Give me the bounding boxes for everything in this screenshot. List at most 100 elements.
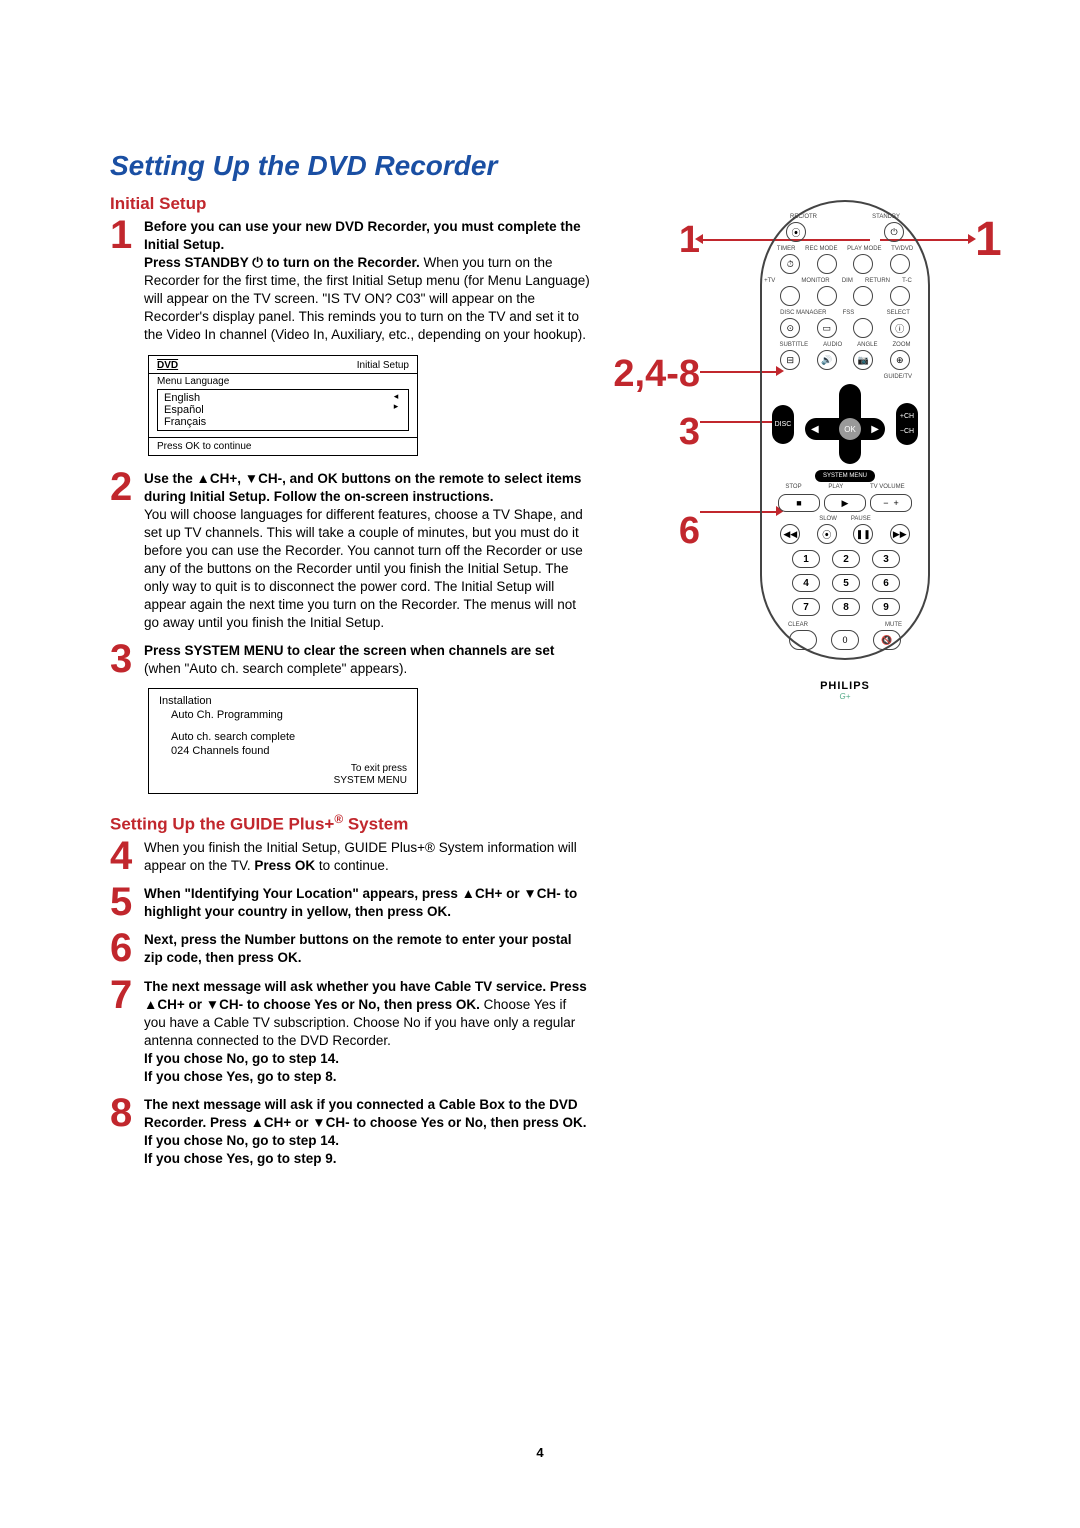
guide-plus-heading: Setting Up the GUIDE Plus+® System (110, 812, 590, 835)
mute-button[interactable]: 🔇 (873, 630, 901, 650)
screen-footer: Press OK to continue (149, 437, 417, 455)
channels-found: 024 Channels found (159, 745, 407, 757)
rev-button[interactable]: ◀◀ (780, 524, 800, 544)
callout-248: 2,4-8 (610, 354, 700, 396)
play-button[interactable]: ▶ (824, 494, 866, 512)
ch-rocker[interactable]: +CH −CH (896, 403, 918, 445)
disc-manager-button[interactable]: ⊙ (780, 318, 800, 338)
step-number: 1 (110, 218, 144, 345)
page-title: Setting Up the DVD Recorder (110, 150, 970, 182)
select-button[interactable] (853, 318, 873, 338)
brand-label: PHILIPS (772, 680, 918, 692)
step-6: 6 Next, press the Number buttons on the … (110, 931, 590, 967)
step-body: Next, press the Number buttons on the re… (144, 931, 590, 967)
num-4[interactable]: 4 (792, 574, 820, 592)
fss-button[interactable]: ▭ (817, 318, 837, 338)
dvd-label: DVD (157, 360, 178, 371)
playmode-button[interactable] (853, 254, 873, 274)
step-body: Before you can use your new DVD Recorder… (144, 218, 590, 345)
step-body: The next message will ask whether you ha… (144, 978, 590, 1086)
standby-button[interactable]: ⏻ (884, 222, 904, 242)
step-8: 8 The next message will ask if you conne… (110, 1096, 590, 1168)
step-body: When you finish the Initial Setup, GUIDE… (144, 839, 590, 875)
num-8[interactable]: 8 (832, 598, 860, 616)
num-9[interactable]: 9 (872, 598, 900, 616)
step-number: 2 (110, 470, 144, 633)
num-6[interactable]: 6 (872, 574, 900, 592)
option-espanol: Español (164, 404, 206, 416)
clear-button[interactable] (789, 630, 817, 650)
num-7[interactable]: 7 (792, 598, 820, 616)
dim-button[interactable] (817, 286, 837, 306)
step-number: 7 (110, 978, 144, 1086)
tc-button[interactable] (890, 286, 910, 306)
recmode-button[interactable] (817, 254, 837, 274)
stop-button[interactable]: ■ (778, 494, 820, 512)
menu-language-label: Menu Language (157, 376, 409, 387)
exit-press: To exit press (159, 763, 407, 775)
tv-screen-menu-language: DVD Initial Setup Menu Language English … (148, 355, 418, 456)
pause-button[interactable]: ❚❚ (853, 524, 873, 544)
monitor-button[interactable] (780, 286, 800, 306)
number-pad: 1 2 3 4 5 6 7 8 9 (772, 550, 918, 616)
option-english: English (164, 392, 206, 404)
nav-pad[interactable]: ◀ ▶ OK (805, 384, 885, 464)
standby-label: STANDBY (872, 214, 900, 220)
callout-1-right: 1 (975, 212, 1002, 267)
remote-diagram: REC/OTR STANDBY ⦿ ⏻ TIMERREC MODEPLAY MO… (760, 200, 930, 660)
step-2: 2 Use the ▲CH+, ▼CH-, and OK buttons on … (110, 470, 590, 633)
rec-button[interactable]: ⦿ (786, 222, 806, 242)
step-7: 7 The next message will ask whether you … (110, 978, 590, 1086)
rec-label: REC/OTR (790, 214, 817, 220)
right-arrow-icon: ▶ (871, 424, 879, 435)
step-body: Use the ▲CH+, ▼CH-, and OK buttons on th… (144, 470, 590, 633)
step-number: 5 (110, 885, 144, 921)
tvdvd-button[interactable] (890, 254, 910, 274)
timer-button[interactable]: ⏱ (780, 254, 800, 274)
rec2-button[interactable]: ⦿ (817, 524, 837, 544)
sub-brand-label: G+ (772, 692, 918, 701)
arrowhead-icon (695, 234, 703, 244)
subtitle-button[interactable]: ⊟ (780, 350, 800, 370)
callout-6: 6 (610, 511, 700, 553)
audio-button[interactable]: 🔊 (817, 350, 837, 370)
num-2[interactable]: 2 (832, 550, 860, 568)
num-0[interactable]: 0 (831, 630, 859, 650)
num-5[interactable]: 5 (832, 574, 860, 592)
step-number: 8 (110, 1096, 144, 1168)
step-body: When "Identifying Your Location" appears… (144, 885, 590, 921)
steps-column: 1 Before you can use your new DVD Record… (110, 218, 590, 1168)
guide-label: GUIDE/TV (884, 374, 912, 380)
callout-1: 1 (610, 220, 700, 262)
callout-3: 3 (610, 412, 700, 454)
search-complete: Auto ch. search complete (159, 731, 407, 743)
step-5: 5 When "Identifying Your Location" appea… (110, 885, 590, 921)
num-3[interactable]: 3 (872, 550, 900, 568)
manual-page: Setting Up the DVD Recorder Initial Setu… (0, 0, 1080, 1528)
autoch-label: Auto Ch. Programming (159, 709, 407, 721)
step-number: 4 (110, 839, 144, 875)
page-number: 4 (0, 1445, 1080, 1460)
system-menu-button[interactable]: SYSTEM MENU (815, 470, 875, 482)
screen-title: Initial Setup (357, 360, 409, 371)
disc-rocker[interactable]: DISC (772, 405, 794, 444)
num-1[interactable]: 1 (792, 550, 820, 568)
return-button[interactable] (853, 286, 873, 306)
step-number: 3 (110, 642, 144, 678)
left-arrow-icon: ◀ (811, 424, 819, 435)
step-4: 4 When you finish the Initial Setup, GUI… (110, 839, 590, 875)
info-button[interactable]: ⓘ (890, 318, 910, 338)
step-1: 1 Before you can use your new DVD Record… (110, 218, 590, 345)
angle-button[interactable]: 📷 (853, 350, 873, 370)
step-body: The next message will ask if you connect… (144, 1096, 590, 1168)
fwd-button[interactable]: ▶▶ (890, 524, 910, 544)
remote-callouts: 1 2,4-8 3 6 (610, 220, 700, 553)
step-3: 3 Press SYSTEM MENU to clear the screen … (110, 642, 590, 678)
system-menu-label: SYSTEM MENU (159, 775, 407, 787)
ok-button[interactable]: OK (839, 418, 861, 440)
install-label: Installation (159, 695, 407, 707)
tv-volume-rocker[interactable]: − + (870, 494, 912, 512)
zoom-button[interactable]: ⊕ (890, 350, 910, 370)
step-number: 6 (110, 931, 144, 967)
tv-screen-auto-search: Installation Auto Ch. Programming Auto c… (148, 688, 418, 794)
